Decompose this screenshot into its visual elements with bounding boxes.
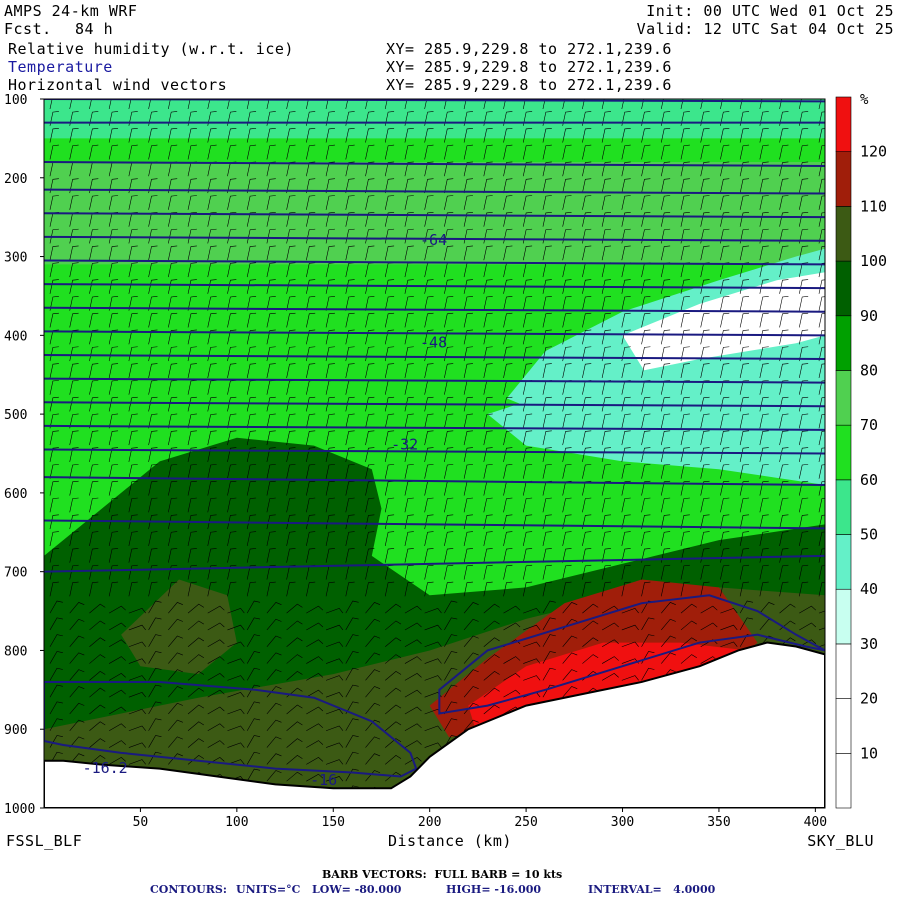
colorbar-swatch: [835, 534, 852, 590]
x-tick-label: 250: [514, 815, 537, 830]
x-tick-label: 100: [225, 815, 248, 830]
y-tick-label: 600: [4, 487, 27, 502]
barb-note: BARB VECTORS: FULL BARB = 10 kts: [322, 868, 563, 881]
colorbar-swatch: [835, 643, 852, 699]
colorbar-tick-label: 10: [860, 744, 878, 762]
cross-section-chart: -64 -48 -32 -16 -16.2 100 200 300 400 500 600 700 80…: [4, 92, 887, 830]
y-tick-label: 100: [4, 93, 27, 108]
contours-high: HIGH= -16.000: [446, 883, 542, 896]
y-tick-label: 900: [4, 723, 27, 738]
colorbar-tick-label: 50: [860, 526, 878, 544]
colorbar-swatch: [835, 588, 852, 645]
contour-label: -64: [420, 231, 447, 249]
humidity-region-top-layer: [44, 99, 825, 139]
colorbar-tick-label: 20: [860, 690, 878, 708]
colorbar-tick-label: 120: [860, 143, 887, 161]
colorbar-tick-label: 30: [860, 635, 878, 653]
contours-interval: INTERVAL= 4.0000: [588, 883, 716, 896]
colorbar-swatch: [835, 96, 852, 152]
y-tick-label: 800: [4, 644, 27, 659]
colorbar-tick-label: 80: [860, 361, 878, 379]
colorbar-tick-label: 110: [860, 197, 887, 215]
x-tick-label: 400: [804, 815, 827, 830]
y-tick-label: 700: [4, 566, 27, 581]
contour-label: -16: [310, 771, 337, 789]
left-endpoint-label: FSSL_BLF: [6, 832, 83, 850]
contours-label: CONTOURS:: [150, 883, 227, 896]
x-axis-label: Distance (km): [388, 832, 512, 850]
y-tick-label: 400: [4, 329, 27, 344]
colorbar-swatch: [835, 260, 852, 317]
colorbar-tick-label: 90: [860, 307, 878, 325]
colorbar-swatch: [835, 424, 852, 481]
colorbar-swatch: [835, 370, 852, 426]
colorbar-tick-label: 70: [860, 416, 878, 434]
right-endpoint-label: SKY_BLU: [807, 832, 874, 850]
y-tick-label: 200: [4, 172, 27, 187]
colorbar-tick-label: 60: [860, 471, 878, 489]
x-tick-label: 200: [418, 815, 441, 830]
x-tick-label: 350: [707, 815, 730, 830]
y-tick-label: 1000: [4, 802, 35, 817]
colorbar-swatch: [835, 151, 852, 207]
x-tick-label: 150: [322, 815, 345, 830]
contour-label: -16.2: [83, 759, 128, 777]
contours-units: UNITS=°C: [236, 883, 301, 896]
colorbar-swatch: [835, 698, 852, 754]
colorbar-unit: %: [860, 92, 869, 108]
contour-label: -32: [391, 435, 418, 453]
colorbar-swatch: [835, 206, 852, 262]
colorbar-swatch: [835, 315, 852, 371]
x-tick-label: 50: [133, 815, 149, 830]
y-tick-label: 300: [4, 251, 27, 266]
contour-label: -48: [420, 334, 447, 352]
x-tick-label: 300: [611, 815, 634, 830]
y-tick-label: 500: [4, 408, 27, 423]
colorbar-swatch: [835, 753, 852, 809]
contours-low: LOW= -80.000: [312, 883, 402, 896]
colorbar-tick-label: 40: [860, 580, 878, 598]
colorbar-tick-label: 100: [860, 252, 887, 270]
colorbar-swatch: [835, 479, 852, 535]
